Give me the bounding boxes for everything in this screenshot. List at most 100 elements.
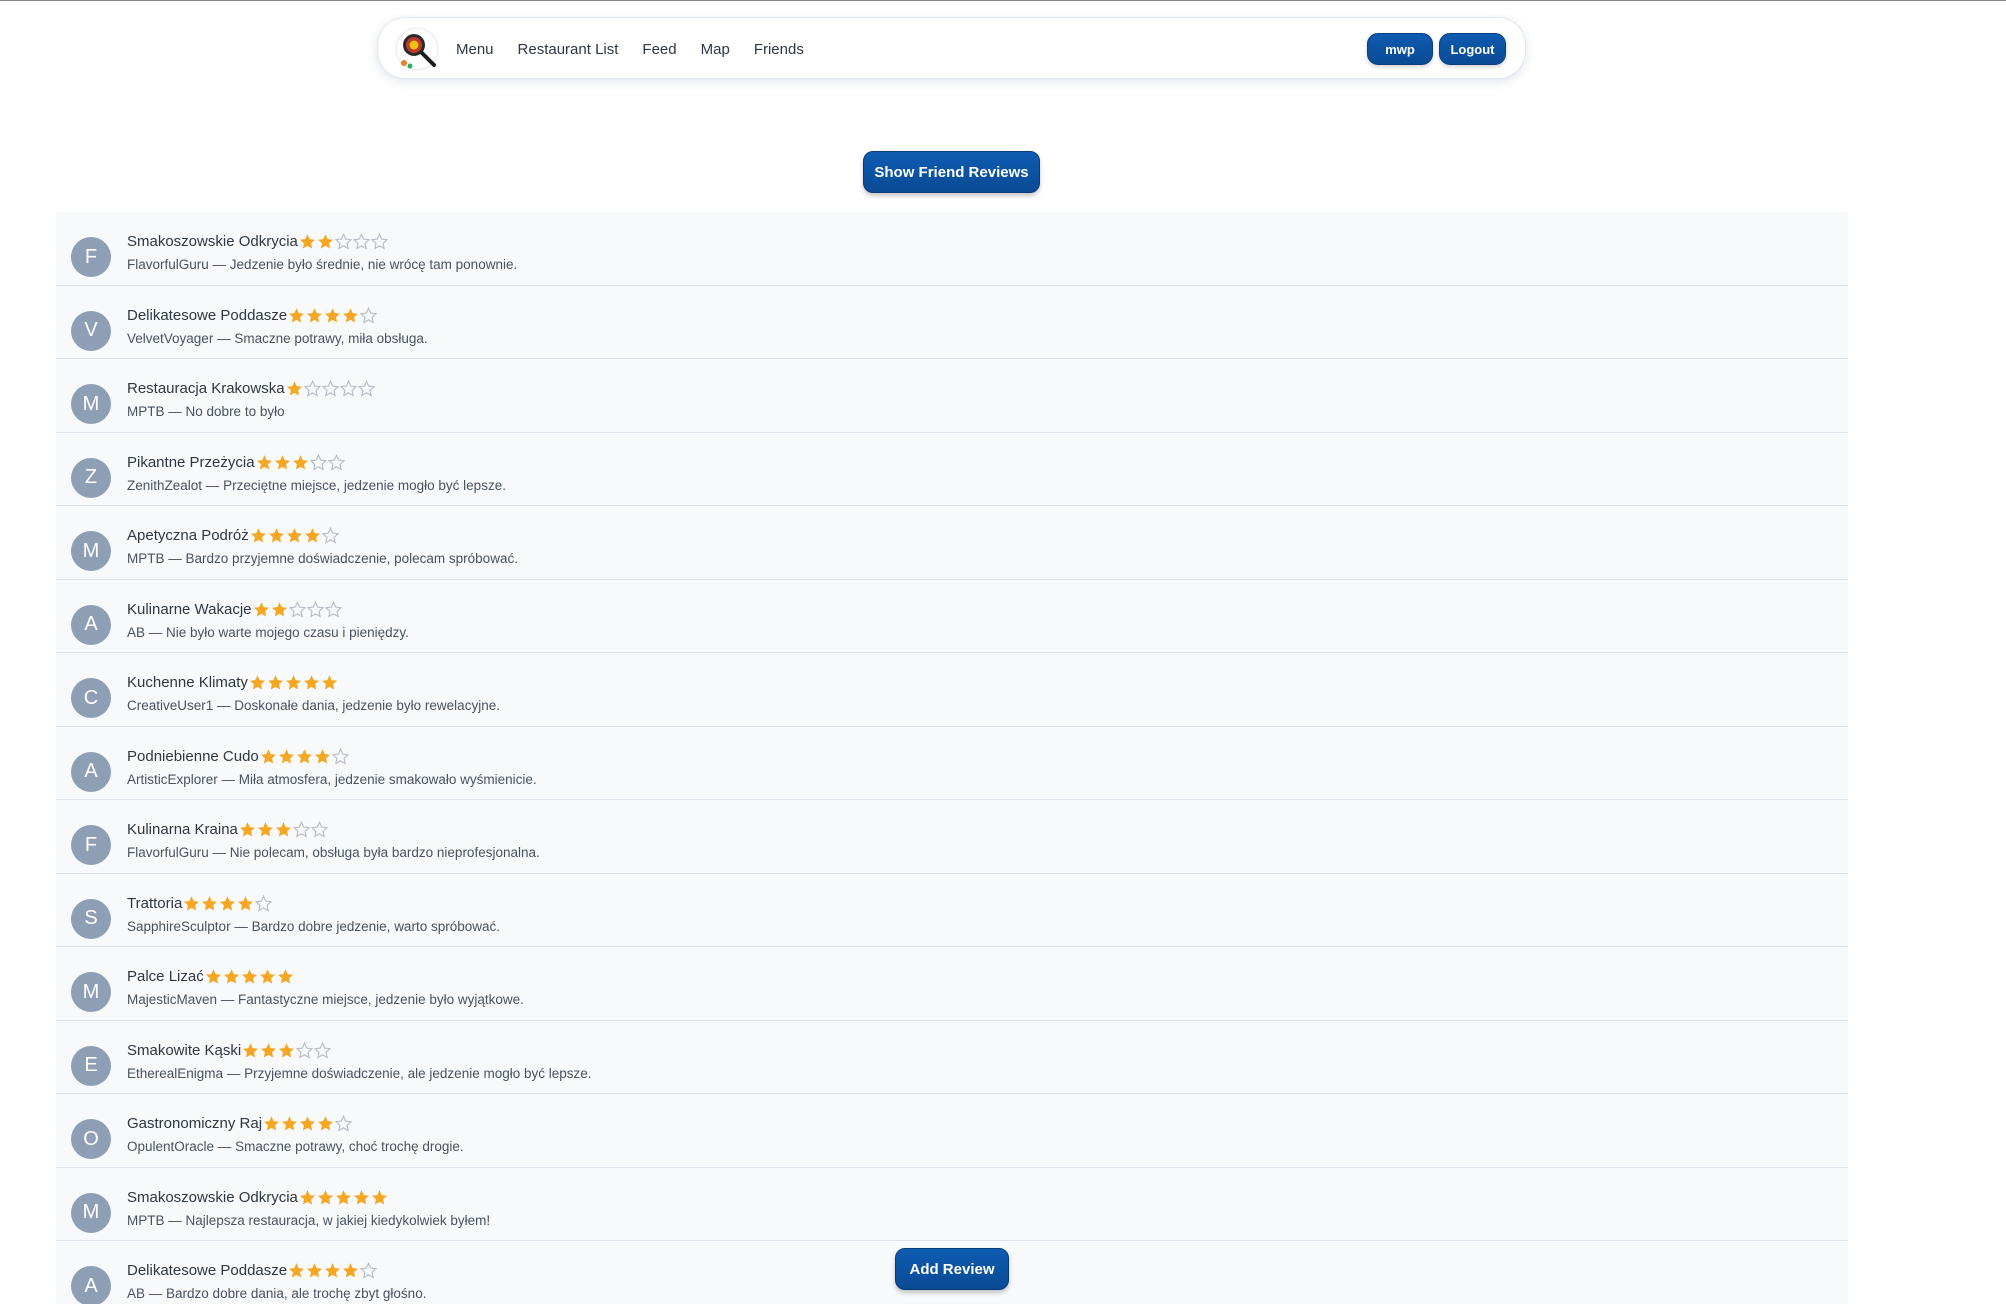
review-comment: Nie było warte mojego czasu i pieniędzy. [166,624,409,640]
avatar: E [71,1045,111,1086]
star-rating [288,1262,378,1279]
star-empty-icon [331,747,349,765]
star-filled-icon [253,601,269,616]
star-filled-icon [223,969,239,984]
star-empty-icon [339,380,357,397]
restaurant-name[interactable]: Trattoria [127,895,182,912]
review-author[interactable]: MPTB [127,404,165,419]
restaurant-name[interactable]: Smakowite Kąski [127,1042,241,1059]
restaurant-name[interactable]: Kulinarne Wakacje [127,601,252,618]
star-filled-icon [261,1042,277,1057]
review-author[interactable]: FlavorfulGuru [127,257,209,272]
review-header: Gastronomiczny Raj [127,1115,353,1132]
review-text: MPTB — No dobre to było [127,404,285,419]
navbar: Menu Restaurant List Feed Map Friends mw… [377,17,1526,79]
star-filled-icon [202,895,218,910]
star-filled-icon [238,895,254,910]
review-comment: Smaczne potrawy, choć trochę drogie. [235,1139,464,1154]
moon-icon[interactable] [1338,39,1358,59]
star-filled-icon [184,895,200,910]
review-separator: — [214,1139,236,1154]
restaurant-name[interactable]: Pikantne Przeżycia [127,454,255,471]
restaurant-name[interactable]: Kulinarna Kraina [127,821,238,838]
review-text: MPTB — Bardzo przyjemne doświadczenie, p… [127,551,518,566]
star-empty-icon [352,233,370,250]
review-author[interactable]: VelvetVoyager [127,331,213,346]
review-author[interactable]: AB [127,1286,145,1301]
review-separator: — [217,771,239,787]
review-author[interactable]: AB [127,625,145,640]
review-item: M Palce Lizać MajesticMaven — Fantastycz… [56,947,1848,1021]
restaurant-name[interactable]: Podniebienne Cudo [127,748,259,765]
avatar: A [71,1266,111,1304]
nav-link-feed[interactable]: Feed [642,41,676,58]
star-filled-icon [267,675,283,690]
star-rating [260,747,350,765]
user-button[interactable]: mwp [1367,33,1433,65]
review-item: A Podniebienne Cudo ArtisticExplorer — M… [56,727,1848,800]
restaurant-name[interactable]: Delikatesowe Poddasze [127,1262,287,1279]
review-comment: Bardzo przyjemne doświadczenie, polecam … [185,551,518,566]
star-rating [249,674,339,691]
review-author[interactable]: EtherealEnigma [127,1066,223,1081]
review-author[interactable]: MPTB [127,551,165,566]
nav-link-menu[interactable]: Menu [456,41,494,58]
star-rating [288,306,378,324]
star-filled-icon [250,528,266,543]
review-comment: Jedzenie było średnie, nie wrócę tam pon… [229,257,518,272]
restaurant-name[interactable]: Delikatesowe Poddasze [127,307,287,324]
review-separator: — [164,551,186,566]
star-filled-icon [243,1042,259,1057]
review-author[interactable]: SapphireSculptor [127,919,231,934]
review-comment: Przeciętne miejsce, jedzenie mogło być l… [223,477,506,493]
review-author[interactable]: ZenithZealot [127,478,202,493]
review-separator: — [213,330,235,346]
star-filled-icon [271,601,287,616]
restaurant-name[interactable]: Smakoszowskie Odkrycia [127,1189,298,1206]
restaurant-name[interactable]: Apetyczna Podróż [127,527,249,544]
star-filled-icon [343,1263,359,1278]
restaurant-name[interactable]: Kuchenne Klimaty [127,674,248,691]
review-separator: — [213,698,235,713]
review-text: OpulentOracle — Smaczne potrawy, choć tr… [127,1139,464,1154]
restaurant-name[interactable]: Palce Lizać [127,968,204,985]
star-filled-icon [268,528,284,543]
star-rating [299,1189,389,1206]
restaurant-name[interactable]: Smakoszowskie Odkrycia [127,233,298,250]
star-filled-icon [300,1116,316,1131]
review-separator: — [164,404,186,419]
show-friend-reviews-button[interactable]: Show Friend Reviews [863,151,1040,193]
review-text: CreativeUser1 — Doskonałe dania, jedzeni… [127,698,500,713]
app-logo[interactable] [394,26,440,72]
review-comment: Bardzo dobre dania, ale trochę zbyt głoś… [166,1286,427,1301]
nav-link-friends[interactable]: Friends [754,41,804,58]
logout-button[interactable]: Logout [1439,33,1506,65]
star-filled-icon [325,307,341,322]
add-review-button[interactable]: Add Review [895,1248,1009,1290]
star-empty-icon [360,1262,378,1279]
review-comment: Bardzo dobre jedzenie, warto spróbować. [251,918,500,934]
review-item: E Smakowite Kąski EtherealEnigma — Przyj… [56,1021,1848,1094]
restaurant-name[interactable]: Gastronomiczny Raj [127,1115,262,1132]
star-empty-icon [324,600,342,618]
review-item: F Kulinarna Kraina FlavorfulGuru — Nie p… [56,800,1848,874]
review-item: F Smakoszowskie Odkrycia FlavorfulGuru —… [56,212,1848,286]
nav-link-map[interactable]: Map [701,41,730,58]
star-empty-icon [334,233,352,250]
review-separator: — [145,624,167,640]
nav-links: Menu Restaurant List Feed Map Friends [456,18,828,80]
review-text: FlavorfulGuru — Jedzenie było średnie, n… [127,257,517,272]
review-author[interactable]: FlavorfulGuru [127,845,209,860]
star-filled-icon [260,748,276,763]
review-item: V Delikatesowe Poddasze VelvetVoyager — … [56,286,1848,359]
review-author[interactable]: OpulentOracle [127,1139,214,1154]
review-author[interactable]: ArtisticExplorer [127,772,218,787]
review-author[interactable]: MPTB [127,1213,165,1228]
review-author[interactable]: CreativeUser1 [127,698,213,713]
review-comment: Najlepsza restauracja, w jakiej kiedykol… [185,1212,491,1228]
nav-link-restaurant-list[interactable]: Restaurant List [518,41,619,58]
avatar: C [71,678,111,718]
review-author[interactable]: MajesticMaven [127,992,217,1007]
restaurant-name[interactable]: Restauracja Krakowska [127,380,285,397]
star-rating [256,453,346,471]
